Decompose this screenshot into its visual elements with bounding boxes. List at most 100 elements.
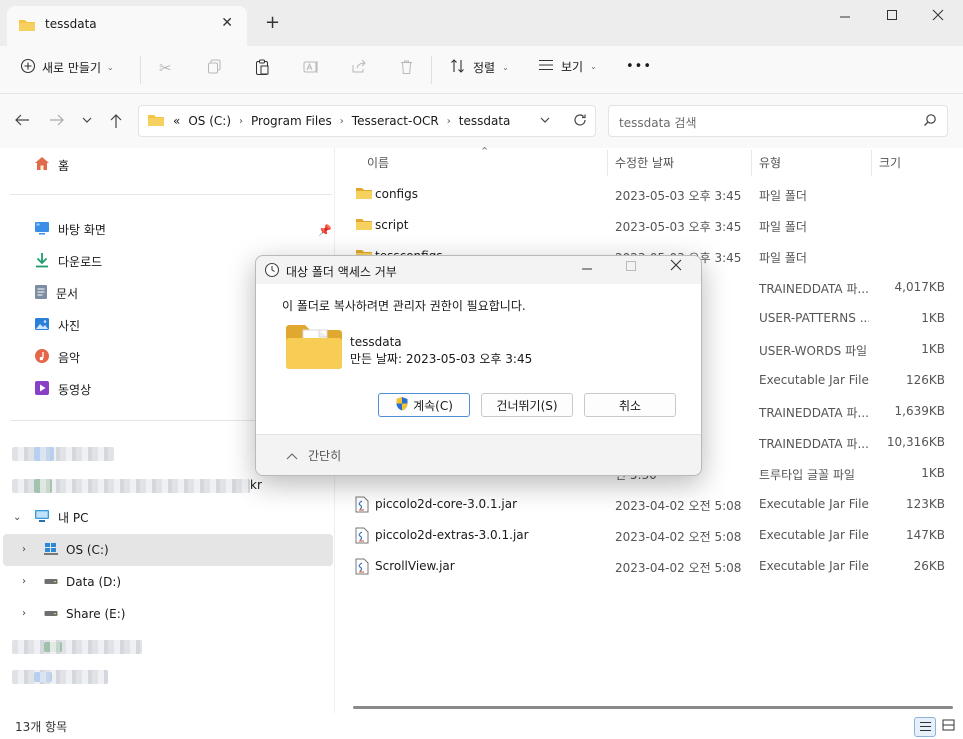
file-date: 2023-04-02 오전 5:08 [615, 530, 742, 544]
file-date: 2023-04-02 오전 5:08 [615, 561, 742, 575]
close-window-button[interactable] [932, 7, 944, 25]
chevron-right-icon[interactable]: › [340, 116, 344, 127]
less-details-toggle[interactable]: 간단히 [286, 447, 341, 464]
breadcrumb-tesseract-ocr[interactable]: Tesseract-OCR [352, 114, 439, 128]
download-icon [34, 252, 50, 271]
back-arrow-icon[interactable] [14, 113, 30, 131]
more-options-button[interactable]: ••• [626, 59, 652, 74]
rename-icon[interactable] [303, 59, 319, 79]
tab-tessdata[interactable]: tessdata ✕ [7, 6, 247, 46]
breadcrumb-overflow[interactable]: « [173, 114, 180, 128]
chevron-right-icon[interactable]: › [22, 576, 26, 587]
sidebar-item-drive-c[interactable]: OS (C:) [44, 537, 109, 563]
chevron-down-icon: ⌄ [107, 63, 114, 72]
up-arrow-icon[interactable] [109, 113, 123, 133]
cut-icon[interactable]: ✂ [159, 59, 172, 77]
share-icon[interactable] [351, 59, 367, 78]
sidebar-item-drive-e[interactable]: Share (E:) [44, 601, 125, 627]
sidebar-item-label: 다운로드 [58, 254, 103, 269]
dialog-message: 이 폴더로 복사하려면 관리자 권한이 필요합니다. [282, 299, 526, 313]
chevron-right-icon[interactable]: › [447, 116, 451, 127]
sidebar-item-pictures[interactable]: 사진 [34, 312, 80, 338]
minimize-button[interactable] [839, 7, 851, 25]
breadcrumb-os-c[interactable]: OS (C:) [188, 114, 231, 128]
details-view-button[interactable] [914, 717, 936, 737]
continue-label: 계속(C) [413, 398, 453, 413]
tiles-view-button[interactable] [937, 717, 959, 737]
column-divider[interactable] [751, 150, 752, 176]
column-divider[interactable] [607, 150, 608, 176]
sidebar-item-home[interactable]: 홈 [34, 152, 69, 178]
breadcrumb-program-files[interactable]: Program Files [251, 114, 332, 128]
file-size: 10,316KB [886, 435, 945, 449]
computer-icon [34, 509, 50, 526]
address-bar[interactable]: « OS (C:) › Program Files › Tesseract-OC… [138, 105, 596, 137]
copy-icon[interactable] [207, 59, 222, 78]
column-header-date[interactable]: 수정한 날짜 [615, 154, 674, 171]
sidebar-item-label: 사진 [58, 318, 81, 333]
sort-button[interactable]: 정렬 ⌄ [450, 58, 509, 77]
maximize-button[interactable] [886, 7, 898, 25]
pin-icon[interactable]: 📌 [318, 224, 332, 237]
dialog-minimize-button[interactable] [581, 258, 593, 274]
file-date: 2023-05-03 오후 3:45 [615, 189, 742, 203]
paste-icon[interactable] [255, 59, 270, 80]
file-row[interactable]: piccolo2d-core-3.0.1.jar 2023-04-02 오전 5:… [336, 489, 963, 520]
refresh-icon[interactable] [573, 113, 587, 130]
sidebar-item-documents[interactable]: 문서 [34, 280, 78, 306]
recent-chevron-icon[interactable] [81, 113, 93, 131]
new-button[interactable]: 새로 만들기 ⌄ [20, 58, 114, 77]
sidebar-item-desktop[interactable]: 바탕 화면 [34, 216, 106, 242]
view-button[interactable]: 보기 ⌄ [538, 58, 597, 75]
dialog-close-button[interactable] [670, 259, 682, 275]
file-row[interactable]: piccolo2d-extras-3.0.1.jar 2023-04-02 오전 … [336, 520, 963, 551]
file-name: piccolo2d-core-3.0.1.jar [375, 497, 518, 511]
sidebar-item-label: 내 PC [58, 510, 89, 525]
chevron-right-icon[interactable]: › [239, 116, 243, 127]
column-header-size[interactable]: 크기 [879, 154, 901, 171]
skip-button[interactable]: 건너뛰기(S) [481, 393, 573, 417]
folder-icon [355, 186, 373, 203]
redacted-item-tail: kr [250, 478, 262, 492]
search-icon[interactable] [923, 113, 937, 130]
cancel-button[interactable]: 취소 [584, 393, 676, 417]
address-history-chevron-icon[interactable] [539, 113, 551, 130]
file-type: TRAINEDDATA 파... [759, 282, 869, 296]
file-type: USER-PATTERNS ... [759, 311, 869, 325]
tab-close-icon[interactable]: ✕ [221, 15, 233, 31]
sidebar-item-label: 음악 [58, 350, 81, 365]
search-input[interactable]: tessdata 검색 [608, 105, 948, 137]
chevron-down-icon[interactable]: ⌄ [13, 512, 21, 523]
drive-icon [44, 575, 58, 589]
horizontal-scrollbar[interactable] [353, 706, 953, 709]
sidebar-item-drive-d[interactable]: Data (D:) [44, 569, 121, 595]
forward-arrow-icon[interactable] [49, 113, 65, 131]
folder-icon [355, 217, 373, 234]
sidebar-item-videos[interactable]: 동영상 [34, 376, 91, 402]
file-row[interactable]: configs 2023-05-03 오후 3:45 파일 폴더 [336, 179, 963, 210]
column-header-name[interactable]: 이름 [367, 154, 389, 171]
sidebar-item-downloads[interactable]: 다운로드 [34, 248, 102, 274]
less-details-label: 간단히 [308, 449, 342, 463]
file-size: 123KB [905, 497, 945, 511]
delete-icon[interactable] [399, 59, 414, 79]
desktop-icon [34, 221, 50, 238]
new-tab-button[interactable]: + [265, 14, 280, 32]
sidebar-item-label: OS (C:) [66, 543, 109, 557]
sidebar-item-this-pc[interactable]: 내 PC [34, 504, 88, 530]
continue-button[interactable]: 계속(C) [378, 393, 470, 417]
chevron-right-icon[interactable]: › [22, 544, 26, 555]
breadcrumb-tessdata[interactable]: tessdata [459, 114, 511, 128]
sidebar-item-label: Share (E:) [66, 607, 126, 621]
column-header-type[interactable]: 유형 [759, 154, 781, 171]
column-divider[interactable] [871, 150, 872, 176]
redacted-item-icon [44, 642, 62, 652]
view-list-icon [538, 58, 554, 75]
sidebar-item-music[interactable]: 음악 [34, 344, 80, 370]
file-row[interactable]: ScrollView.jar 2023-04-02 오전 5:08 Executab… [336, 551, 963, 582]
toolbar-divider [431, 56, 432, 84]
file-row[interactable]: script 2023-05-03 오후 3:45 파일 폴더 [336, 210, 963, 241]
windows-drive-icon [44, 542, 58, 558]
file-type: Executable Jar File [759, 528, 869, 542]
chevron-right-icon[interactable]: › [22, 608, 26, 619]
